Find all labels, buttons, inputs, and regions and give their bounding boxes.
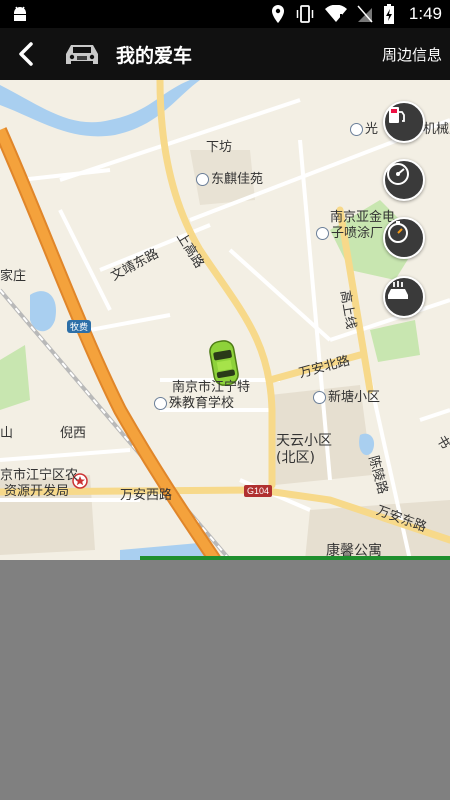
- poi-icon: [313, 391, 326, 404]
- android-icon: [10, 4, 30, 24]
- wifi-icon: [324, 5, 347, 22]
- map-label: 山: [0, 426, 14, 441]
- river: [0, 80, 200, 137]
- status-bar: 1:49: [0, 0, 450, 28]
- poi-icon: [350, 123, 363, 136]
- location-icon: [271, 5, 284, 23]
- park-area: [0, 345, 30, 410]
- stopwatch-icon: [388, 221, 408, 243]
- fuel-pump-icon: [389, 107, 405, 123]
- poi-icon: [196, 173, 209, 186]
- map-label: 新塘小区: [313, 386, 380, 405]
- map-label: 倪西: [60, 426, 87, 441]
- car-wash-button[interactable]: [383, 276, 425, 318]
- map-label: 东麒佳苑: [196, 168, 263, 187]
- map-label: 光: [350, 118, 378, 137]
- nearby-info-button[interactable]: 周边信息: [382, 44, 442, 65]
- vibrate-icon: [296, 5, 314, 23]
- park-area: [370, 320, 420, 362]
- app-bar: 我的爱车 周边信息: [0, 28, 450, 80]
- bottom-panel: [0, 560, 450, 800]
- svg-text:牧费: 牧费: [70, 321, 88, 333]
- map-label: 资源开发局: [4, 484, 70, 499]
- map-label: 机械厂: [423, 122, 450, 137]
- pond: [30, 291, 56, 332]
- battery-icon: [383, 4, 394, 24]
- map-label: 家庄: [0, 269, 27, 284]
- timer-button[interactable]: [383, 217, 425, 259]
- map-label: 子喷涂厂: [316, 222, 383, 241]
- school-icon: [154, 397, 167, 410]
- dashboard-button[interactable]: [383, 159, 425, 201]
- no-sim-icon: [357, 5, 373, 23]
- fuel-station-button[interactable]: [383, 101, 425, 143]
- status-icons: 1:49: [271, 3, 442, 25]
- g104-label: G104: [247, 486, 269, 496]
- page-title: 我的爱车: [116, 45, 193, 67]
- road-label: 万安西路: [120, 488, 173, 503]
- car-icon: [62, 40, 102, 68]
- map-label: 殊教育学校: [154, 392, 234, 411]
- back-button[interactable]: [10, 38, 42, 70]
- map-label: 下坊: [206, 140, 233, 155]
- map-label: (北区): [276, 450, 315, 466]
- back-arrow-icon: [19, 42, 33, 66]
- poi-icon: [316, 227, 329, 240]
- speedometer-icon: [387, 163, 409, 185]
- clock: 1:49: [408, 4, 442, 23]
- map-view[interactable]: G104 牧费 下坊 东麒佳苑 光 机械厂 南京亚金电 子喷涂厂 家庄 南京市江…: [0, 80, 450, 560]
- car-wash-icon: [388, 281, 408, 299]
